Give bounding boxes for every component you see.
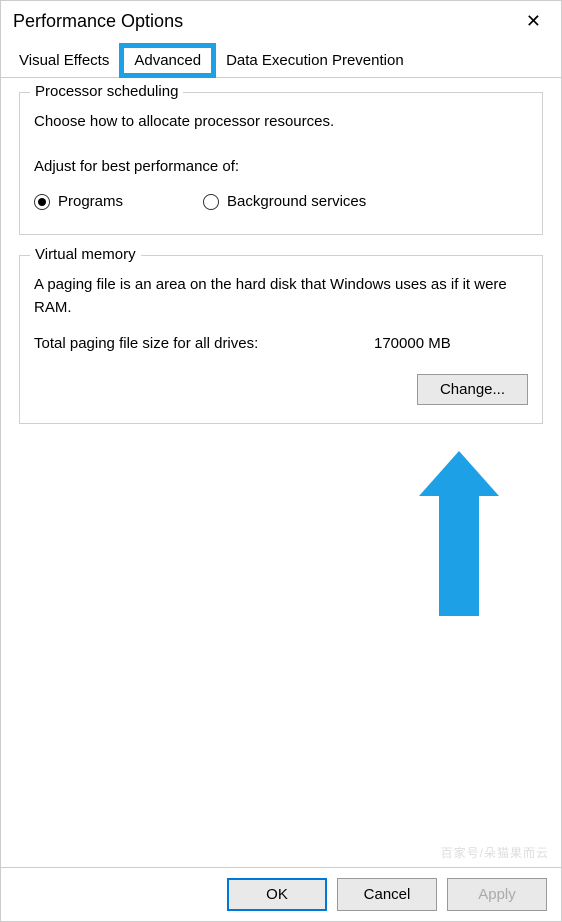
paging-file-label: Total paging file size for all drives: <box>34 335 374 352</box>
radio-background[interactable]: Background services <box>203 193 366 210</box>
processor-scheduling-group: Processor scheduling Choose how to alloc… <box>19 92 543 235</box>
cancel-button[interactable]: Cancel <box>337 878 437 911</box>
paging-file-row: Total paging file size for all drives: 1… <box>34 335 528 352</box>
tab-advanced[interactable]: Advanced <box>119 43 216 78</box>
tab-dep[interactable]: Data Execution Prevention <box>216 47 414 74</box>
radio-programs-label: Programs <box>58 193 123 210</box>
window-title: Performance Options <box>13 11 183 32</box>
paging-file-value: 170000 MB <box>374 335 451 352</box>
footer: OK Cancel Apply <box>1 867 561 921</box>
processor-scheduling-desc: Choose how to allocate processor resourc… <box>34 113 528 130</box>
watermark: 百家号/朵猫果而云 <box>441 844 549 861</box>
radio-background-label: Background services <box>227 193 366 210</box>
titlebar: Performance Options ✕ <box>1 1 561 42</box>
performance-options-dialog: Performance Options ✕ Visual Effects Adv… <box>0 0 562 922</box>
ok-button[interactable]: OK <box>227 878 327 911</box>
content-area: Processor scheduling Choose how to alloc… <box>1 78 561 867</box>
apply-button: Apply <box>447 878 547 911</box>
close-icon[interactable]: ✕ <box>521 11 546 32</box>
virtual-memory-group: Virtual memory A paging file is an area … <box>19 255 543 424</box>
radio-programs[interactable]: Programs <box>34 193 123 210</box>
adjust-label: Adjust for best performance of: <box>34 158 528 175</box>
radio-icon <box>203 194 219 210</box>
change-button[interactable]: Change... <box>417 374 528 405</box>
processor-scheduling-title: Processor scheduling <box>30 83 183 100</box>
tab-visual-effects[interactable]: Visual Effects <box>9 47 119 74</box>
virtual-memory-title: Virtual memory <box>30 246 141 263</box>
radio-group: Programs Background services <box>34 193 528 210</box>
radio-icon <box>34 194 50 210</box>
tabs: Visual Effects Advanced Data Execution P… <box>1 42 561 78</box>
virtual-memory-desc: A paging file is an area on the hard dis… <box>34 274 528 319</box>
change-button-row: Change... <box>34 374 528 405</box>
